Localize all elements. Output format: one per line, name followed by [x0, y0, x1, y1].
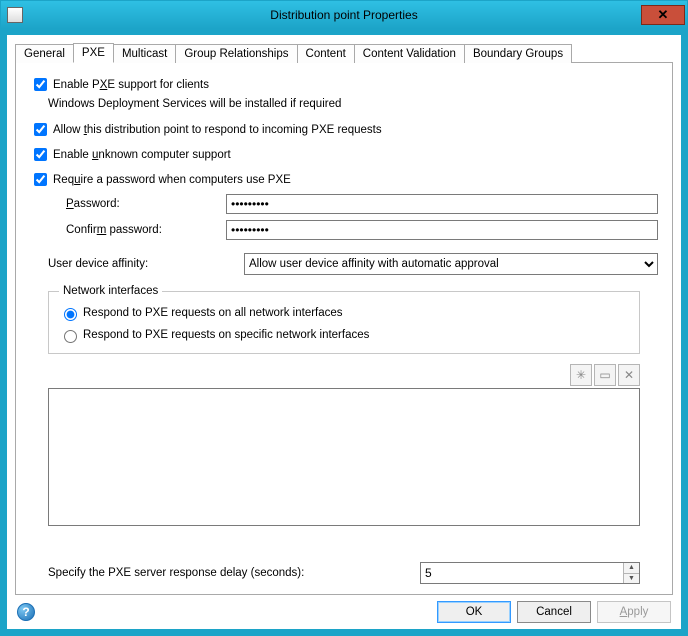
legend-network-interfaces: Network interfaces [59, 285, 162, 297]
edit-interface-button[interactable]: ▭ [594, 364, 616, 386]
label-allow-respond: Allow this distribution point to respond… [53, 124, 382, 136]
label-password: Password: [66, 198, 226, 210]
ok-button[interactable]: OK [437, 601, 511, 623]
close-button[interactable]: ✕ [641, 5, 685, 25]
input-password[interactable] [226, 194, 658, 214]
cancel-button[interactable]: Cancel [517, 601, 591, 623]
chevron-up-icon[interactable]: ▲ [624, 563, 639, 574]
label-confirm-password: Confirm password: [66, 224, 226, 236]
help-icon[interactable]: ? [17, 603, 35, 621]
tab-group-relationships[interactable]: Group Relationships [175, 44, 297, 63]
properties-icon: ▭ [599, 368, 610, 382]
input-confirm-password[interactable] [226, 220, 658, 240]
titlebar[interactable]: Distribution point Properties ✕ [1, 1, 687, 29]
tab-general[interactable]: General [15, 44, 74, 63]
radio-specific-interfaces[interactable] [64, 330, 77, 343]
fieldset-network-interfaces: Network interfaces Respond to PXE reques… [48, 285, 640, 354]
tab-multicast[interactable]: Multicast [113, 44, 176, 63]
dialog-window: Distribution point Properties ✕ General … [0, 0, 688, 636]
spinner-buttons[interactable]: ▲ ▼ [623, 563, 639, 583]
dialog-footer: ? OK Cancel Apply [15, 595, 673, 623]
chevron-down-icon[interactable]: ▼ [624, 574, 639, 584]
new-interface-button[interactable]: ✳ [570, 364, 592, 386]
client-area: General PXE Multicast Group Relationship… [1, 29, 687, 635]
system-icon [7, 7, 23, 23]
label-enable-pxe: Enable PXE support for clients [53, 79, 209, 91]
tab-content-validation[interactable]: Content Validation [354, 44, 465, 63]
interfaces-listbox[interactable] [48, 388, 640, 526]
tab-strip: General PXE Multicast Group Relationship… [15, 41, 673, 63]
input-response-delay[interactable] [421, 563, 623, 583]
checkbox-require-password[interactable] [34, 173, 47, 186]
close-icon: ✕ [658, 7, 669, 23]
label-specific-interfaces: Respond to PXE requests on specific netw… [83, 329, 369, 341]
delete-icon: ✕ [624, 368, 634, 382]
spinner-response-delay[interactable]: ▲ ▼ [420, 562, 640, 584]
checkbox-unknown-computer[interactable] [34, 148, 47, 161]
starburst-icon: ✳ [576, 368, 586, 382]
label-require-password: Require a password when computers use PX… [53, 174, 291, 186]
tab-boundary-groups[interactable]: Boundary Groups [464, 44, 572, 63]
checkbox-allow-respond[interactable] [34, 123, 47, 136]
delete-interface-button[interactable]: ✕ [618, 364, 640, 386]
tab-pxe[interactable]: PXE [73, 43, 114, 63]
label-user-device-affinity: User device affinity: [48, 258, 244, 270]
interface-toolbar: ✳ ▭ ✕ [48, 364, 640, 386]
label-response-delay: Specify the PXE server response delay (s… [48, 567, 420, 579]
tab-content[interactable]: Content [297, 44, 355, 63]
label-wds-note: Windows Deployment Services will be inst… [48, 98, 658, 110]
checkbox-enable-pxe[interactable] [34, 78, 47, 91]
radio-all-interfaces[interactable] [64, 308, 77, 321]
apply-button: Apply [597, 601, 671, 623]
select-user-device-affinity[interactable]: Allow user device affinity with automati… [244, 253, 658, 275]
label-all-interfaces: Respond to PXE requests on all network i… [83, 307, 343, 319]
window-title: Distribution point Properties [1, 8, 687, 22]
tab-body-pxe: Enable PXE support for clients Windows D… [15, 63, 673, 595]
label-unknown-computer: Enable unknown computer support [53, 149, 231, 161]
